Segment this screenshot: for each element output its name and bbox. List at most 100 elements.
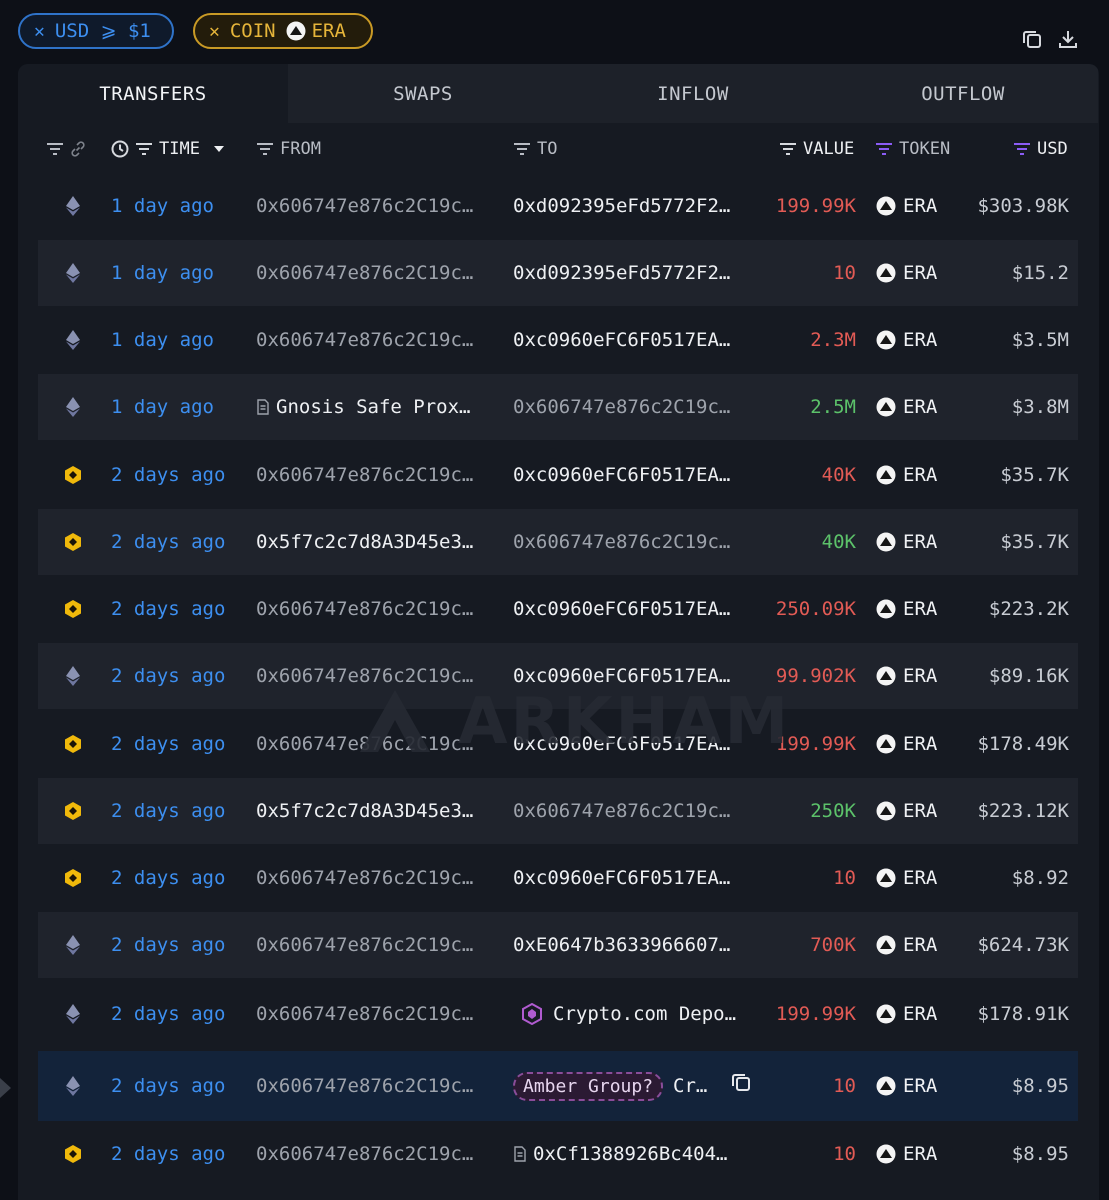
from-address[interactable]: 0x5f7c2c7d8A3D45e3… [256,800,473,822]
to-cell[interactable]: 0xc0960eFC6F0517EA… [513,845,753,911]
header-chain-filter[interactable] [46,124,86,174]
remove-filter-icon[interactable]: ✕ [34,21,45,42]
time-cell[interactable]: 2 days ago [111,778,251,844]
filter-icon[interactable] [256,142,274,156]
time-link[interactable]: 2 days ago [111,665,225,687]
to-cell[interactable]: 0x606747e876c2C19c… [513,778,753,844]
to-address[interactable]: 0xCf1388926Bc404… [533,1143,727,1165]
to-cell[interactable]: 0xc0960eFC6F0517EA… [513,576,753,642]
header-value[interactable]: VALUE [779,124,854,174]
expand-arrow-icon[interactable] [0,1076,12,1100]
table-row[interactable]: 1 day ago 0x606747e876c2C19c… 0xd092395eFd… [38,173,1078,239]
copy-icon[interactable] [1021,28,1043,50]
sort-desc-icon[interactable] [212,144,226,154]
table-row[interactable]: 2 days ago 0x606747e876c2C19c… 0xc0960eFC6… [38,711,1078,777]
table-row[interactable]: 2 days ago 0x606747e876c2C19c… Crypto.com … [38,979,1078,1049]
time-cell[interactable]: 2 days ago [111,845,251,911]
header-token[interactable]: TOKEN [875,124,950,174]
from-cell[interactable]: 0x606747e876c2C19c… [256,1051,492,1121]
to-cell[interactable]: Crypto.com Depo… [513,979,753,1049]
filter-icon[interactable] [513,142,531,156]
time-cell[interactable]: 2 days ago [111,1051,251,1121]
from-address[interactable]: 0x606747e876c2C19c… [256,733,473,755]
from-address[interactable]: 0x606747e876c2C19c… [256,867,473,889]
table-row[interactable]: 2 days ago 0x5f7c2c7d8A3D45e3… 0x606747e87… [38,509,1078,575]
time-cell[interactable]: 1 day ago [111,173,251,239]
to-address[interactable]: 0xd092395eFd5772F2… [513,262,730,284]
table-row[interactable]: 2 days ago 0x606747e876c2C19c… 0xE0647b363… [38,912,1078,978]
to-address[interactable]: 0xc0960eFC6F0517EA… [513,665,730,687]
time-cell[interactable]: 2 days ago [111,912,251,978]
time-cell[interactable]: 2 days ago [111,576,251,642]
filter-icon[interactable] [46,142,64,156]
link-icon[interactable] [70,141,86,157]
from-address[interactable]: 0x606747e876c2C19c… [256,464,473,486]
to-address[interactable]: Cr… [673,1075,707,1097]
time-cell[interactable]: 1 day ago [111,240,251,306]
from-cell[interactable]: 0x606747e876c2C19c… [256,442,492,508]
from-cell[interactable]: 0x606747e876c2C19c… [256,643,492,709]
from-cell[interactable]: 0x606747e876c2C19c… [256,307,492,373]
time-link[interactable]: 1 day ago [111,396,214,418]
to-cell[interactable]: 0xc0960eFC6F0517EA… [513,442,753,508]
to-address[interactable]: 0x606747e876c2C19c… [513,396,730,418]
to-cell[interactable]: 0xd092395eFd5772F2… [513,173,753,239]
table-row[interactable]: 2 days ago 0x606747e876c2C19c… 0xc0960eFC6… [38,643,1078,709]
from-address[interactable]: Gnosis Safe Prox… [276,396,470,418]
to-address[interactable]: 0xE0647b3633966607… [513,934,730,956]
tab-inflow[interactable]: INFLOW [558,64,828,123]
from-address[interactable]: 0x606747e876c2C19c… [256,1075,473,1097]
time-link[interactable]: 2 days ago [111,598,225,620]
time-link[interactable]: 2 days ago [111,1143,225,1165]
time-link[interactable]: 1 day ago [111,329,214,351]
table-row[interactable]: 1 day ago 0x606747e876c2C19c… 0xc0960eFC6F… [38,307,1078,373]
time-link[interactable]: 2 days ago [111,1003,225,1025]
from-address[interactable]: 0x606747e876c2C19c… [256,1143,473,1165]
to-cell[interactable]: 0x606747e876c2C19c… [513,509,753,575]
to-cell[interactable]: 0xE0647b3633966607… [513,912,753,978]
from-address[interactable]: 0x606747e876c2C19c… [256,329,473,351]
from-cell[interactable]: 0x5f7c2c7d8A3D45e3… [256,778,492,844]
tab-transfers[interactable]: TRANSFERS [18,64,288,123]
to-address[interactable]: 0xc0960eFC6F0517EA… [513,329,730,351]
to-cell[interactable]: 0xc0960eFC6F0517EA… [513,643,753,709]
from-cell[interactable]: 0x606747e876c2C19c… [256,576,492,642]
to-address[interactable]: 0xd092395eFd5772F2… [513,195,730,217]
to-address[interactable]: 0xc0960eFC6F0517EA… [513,867,730,889]
time-cell[interactable]: 2 days ago [111,1121,251,1187]
from-cell[interactable]: 0x606747e876c2C19c… [256,912,492,978]
from-address[interactable]: 0x606747e876c2C19c… [256,934,473,956]
table-row[interactable]: 2 days ago 0x606747e876c2C19c… Amber Group… [38,1051,1078,1121]
tab-outflow[interactable]: OUTFLOW [828,64,1098,123]
from-address[interactable]: 0x606747e876c2C19c… [256,665,473,687]
table-row[interactable]: 2 days ago 0x606747e876c2C19c… 0xc0960eFC6… [38,845,1078,911]
from-cell[interactable]: 0x606747e876c2C19c… [256,711,492,777]
to-address[interactable]: 0xc0960eFC6F0517EA… [513,733,730,755]
time-link[interactable]: 2 days ago [111,934,225,956]
from-cell[interactable]: 0x5f7c2c7d8A3D45e3… [256,509,492,575]
filter-icon[interactable] [135,142,153,156]
from-address[interactable]: 0x606747e876c2C19c… [256,598,473,620]
to-cell[interactable]: 0xd092395eFd5772F2… [513,240,753,306]
header-from[interactable]: FROM [256,124,321,174]
from-address[interactable]: 0x5f7c2c7d8A3D45e3… [256,531,473,553]
from-address[interactable]: 0x606747e876c2C19c… [256,262,473,284]
time-cell[interactable]: 1 day ago [111,307,251,373]
table-row[interactable]: 2 days ago 0x5f7c2c7d8A3D45e3… 0x606747e87… [38,778,1078,844]
time-link[interactable]: 2 days ago [111,531,225,553]
remove-filter-icon[interactable]: ✕ [209,21,220,42]
header-usd[interactable]: USD [1013,124,1068,174]
filter-icon[interactable] [875,142,893,156]
time-link[interactable]: 1 day ago [111,262,214,284]
time-cell[interactable]: 2 days ago [111,711,251,777]
time-cell[interactable]: 2 days ago [111,643,251,709]
from-cell[interactable]: 0x606747e876c2C19c… [256,845,492,911]
time-link[interactable]: 2 days ago [111,800,225,822]
time-cell[interactable]: 2 days ago [111,509,251,575]
from-address[interactable]: 0x606747e876c2C19c… [256,195,473,217]
to-address[interactable]: 0xc0960eFC6F0517EA… [513,464,730,486]
tab-swaps[interactable]: SWAPS [288,64,558,123]
time-link[interactable]: 1 day ago [111,195,214,217]
from-cell[interactable]: 0x606747e876c2C19c… [256,979,492,1049]
filter-icon[interactable] [1013,142,1031,156]
